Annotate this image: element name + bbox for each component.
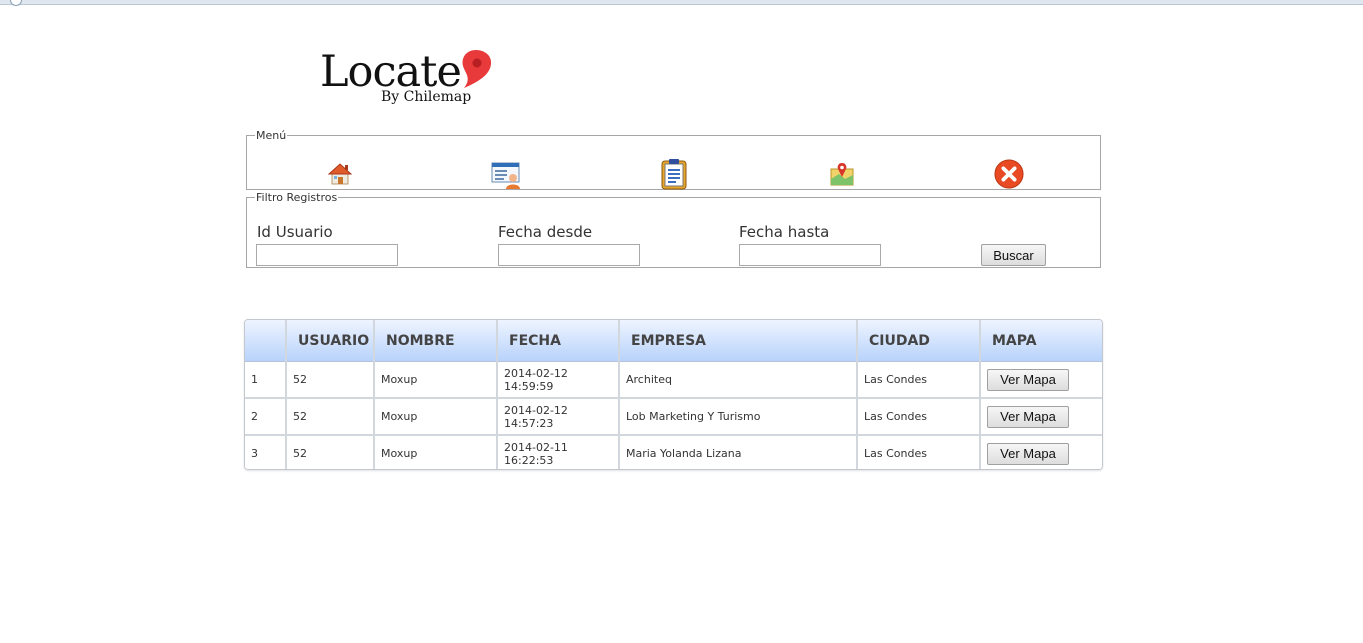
users-button[interactable] <box>491 159 521 189</box>
cell-nombre: Moxup <box>374 435 498 469</box>
records-button[interactable] <box>659 159 689 190</box>
cell-ciudad: Las Condes <box>857 398 981 436</box>
menu-panel: Menú <box>246 130 1101 190</box>
cell-nombre: Moxup <box>374 361 498 399</box>
cell-mapa: Ver Mapa <box>980 398 1102 436</box>
home-button[interactable] <box>325 159 355 189</box>
browser-top-bar <box>0 0 1363 6</box>
cell-fecha: 2014-02-12 14:59:59 <box>497 361 620 399</box>
clipboard-icon <box>661 159 687 190</box>
row-number: 3 <box>245 435 287 469</box>
view-map-button[interactable]: Ver Mapa <box>987 405 1069 428</box>
column-header-usuario[interactable]: USUARIO <box>286 320 375 362</box>
cell-empresa: Architeq <box>619 361 858 399</box>
cell-ciudad: Las Condes <box>857 435 981 469</box>
view-map-button[interactable]: Ver Mapa <box>987 368 1069 391</box>
search-button[interactable]: Buscar <box>981 244 1046 266</box>
row-number: 2 <box>245 398 287 436</box>
column-header-ciudad[interactable]: CIUDAD <box>857 320 981 362</box>
map-button[interactable] <box>827 159 857 189</box>
column-header-empresa[interactable]: EMPRESA <box>619 320 858 362</box>
filter-legend: Filtro Registros <box>256 191 338 204</box>
map-pin-icon <box>830 163 854 186</box>
column-header-mapa[interactable]: MAPA <box>980 320 1102 362</box>
cell-empresa: Lob Marketing Y Turismo <box>619 398 858 436</box>
menu-legend: Menú <box>256 129 287 142</box>
cell-empresa: Maria Yolanda Lizana <box>619 435 858 469</box>
logo-tagline: By Chilemap <box>381 89 472 105</box>
records-table: USUARIO NOMBRE FECHA EMPRESA CIUDAD MAPA… <box>244 319 1103 470</box>
cell-fecha: 2014-02-12 14:57:23 <box>497 398 620 436</box>
cell-mapa: Ver Mapa <box>980 435 1102 469</box>
user-id-label: Id Usuario <box>257 223 333 241</box>
row-number: 1 <box>245 361 287 399</box>
cell-ciudad: Las Condes <box>857 361 981 399</box>
table-row: 1 52 Moxup 2014-02-12 14:59:59 Architeq … <box>245 361 1102 399</box>
column-header-number <box>245 320 287 362</box>
column-header-nombre[interactable]: NOMBRE <box>374 320 498 362</box>
cell-nombre: Moxup <box>374 398 498 436</box>
date-to-input[interactable] <box>739 244 881 266</box>
logo: Locate By Chilemap <box>320 46 520 116</box>
date-to-label: Fecha hasta <box>739 223 830 241</box>
user-id-input[interactable] <box>256 244 398 266</box>
date-from-label: Fecha desde <box>498 223 593 241</box>
cell-usuario: 52 <box>286 398 375 436</box>
cell-usuario: 52 <box>286 361 375 399</box>
close-icon <box>994 159 1024 189</box>
logout-button[interactable] <box>994 159 1024 189</box>
table-row: 2 52 Moxup 2014-02-12 14:57:23 Lob Marke… <box>245 398 1102 436</box>
home-icon <box>327 163 353 185</box>
table-row: 3 52 Moxup 2014-02-11 16:22:53 Maria Yol… <box>245 435 1102 469</box>
cell-usuario: 52 <box>286 435 375 469</box>
filter-panel: Filtro Registros Id Usuario Fecha desde … <box>246 192 1101 268</box>
view-map-button[interactable]: Ver Mapa <box>987 442 1069 465</box>
cell-fecha: 2014-02-11 16:22:53 <box>497 435 620 469</box>
user-list-icon <box>491 162 520 189</box>
date-from-input[interactable] <box>498 244 640 266</box>
cell-mapa: Ver Mapa <box>980 361 1102 399</box>
loading-icon <box>10 0 22 6</box>
table-header-row: USUARIO NOMBRE FECHA EMPRESA CIUDAD MAPA <box>245 320 1102 362</box>
column-header-fecha[interactable]: FECHA <box>497 320 620 362</box>
map-pin-logo-icon <box>462 50 492 88</box>
